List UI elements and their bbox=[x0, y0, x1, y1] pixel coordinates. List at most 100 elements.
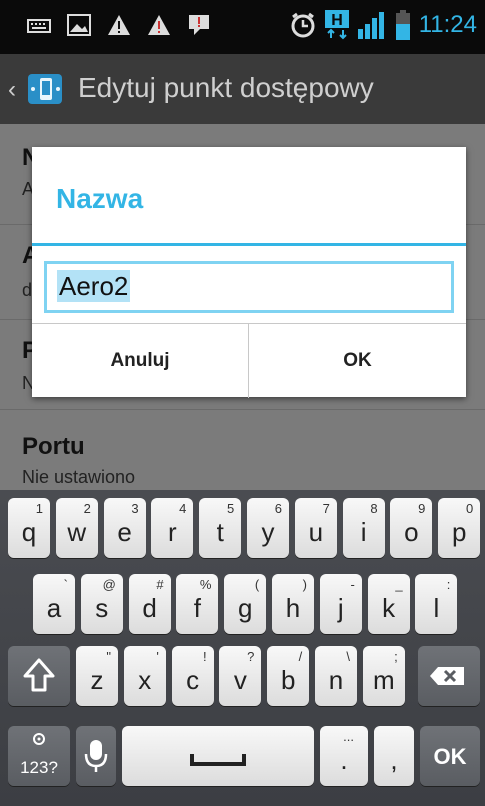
cancel-button[interactable]: Anuluj bbox=[32, 324, 249, 398]
dialog-title: Nazwa bbox=[56, 183, 144, 214]
microphone-icon bbox=[84, 740, 108, 772]
signal-icon bbox=[357, 12, 384, 39]
name-input[interactable]: Aero2 bbox=[44, 261, 454, 313]
key-h[interactable]: ) h bbox=[272, 574, 314, 634]
key-e[interactable]: 3e bbox=[103, 498, 146, 558]
ok-button[interactable]: OK bbox=[249, 324, 466, 398]
key-o[interactable]: 9o bbox=[390, 498, 433, 558]
voice-key[interactable] bbox=[76, 726, 116, 786]
dialog-divider bbox=[32, 243, 466, 246]
key-x[interactable]: ' x bbox=[123, 646, 166, 706]
key-n[interactable]: \ n bbox=[315, 646, 357, 706]
key-w[interactable]: 2w bbox=[55, 498, 98, 558]
key-sup-label: 2 bbox=[83, 501, 91, 516]
list-item-subtitle: d bbox=[22, 280, 33, 300]
key-label: u bbox=[308, 517, 324, 547]
key-label: c bbox=[186, 665, 200, 695]
key-d[interactable]: # d bbox=[128, 574, 171, 634]
key-label: x bbox=[138, 665, 152, 695]
key-label: d bbox=[142, 593, 157, 623]
key-sup-label: ' bbox=[156, 649, 159, 664]
hplus-icon: H bbox=[324, 10, 349, 40]
image-icon bbox=[67, 14, 91, 36]
key-a[interactable]: ` a bbox=[33, 574, 75, 634]
backspace-icon bbox=[430, 667, 464, 685]
soft-keyboard: 1q2w3e4r5t6y7u8i9o0p ` a @ s # d% f(g) h - j _ k: l … bbox=[0, 490, 485, 806]
key-p[interactable]: 0p bbox=[438, 498, 481, 558]
key-label: e bbox=[117, 517, 132, 547]
key-sup-label: : bbox=[446, 577, 451, 592]
alarm-icon bbox=[291, 12, 315, 38]
key-sup-label: / bbox=[298, 649, 303, 664]
key-label: t bbox=[216, 517, 224, 547]
key-label: v bbox=[233, 665, 247, 695]
list-item-subtitle: Nie ustawiono bbox=[22, 467, 136, 487]
period-key[interactable]: ... . bbox=[320, 726, 368, 786]
keyboard-ok-key[interactable]: OK bbox=[420, 726, 480, 786]
key-k[interactable]: _ k bbox=[367, 574, 410, 634]
key-sup-label: % bbox=[199, 577, 212, 592]
key-sup-label: 3 bbox=[131, 501, 139, 516]
key-label: l bbox=[433, 593, 440, 623]
key-u[interactable]: 7u bbox=[294, 498, 337, 558]
system-icons: H 11:24 bbox=[289, 10, 477, 40]
key-r[interactable]: 4r bbox=[151, 498, 194, 558]
warning-icon bbox=[148, 15, 170, 35]
key-sup-label: @ bbox=[102, 577, 116, 592]
key-g[interactable]: (g bbox=[224, 574, 267, 634]
key-label: h bbox=[285, 593, 301, 623]
key-sup-label: ; bbox=[394, 649, 398, 664]
key-label: m bbox=[372, 665, 395, 695]
key-sup-label: 7 bbox=[322, 501, 330, 516]
key-v[interactable]: ? v bbox=[219, 646, 262, 706]
app-icon[interactable] bbox=[24, 70, 66, 108]
key-label: n bbox=[328, 665, 344, 695]
key-sup-label: 4 bbox=[179, 501, 187, 516]
backspace-key[interactable] bbox=[418, 646, 480, 706]
key-i[interactable]: 8i bbox=[342, 498, 385, 558]
comma-key[interactable]: , bbox=[374, 726, 414, 786]
keyboard-icon bbox=[27, 19, 51, 33]
list-item-title: Portu bbox=[22, 433, 85, 460]
key-sup-label: - bbox=[350, 577, 355, 592]
key-m[interactable]: ; m bbox=[362, 646, 405, 706]
key-q[interactable]: 1q bbox=[8, 498, 50, 558]
key-sup-label: ( bbox=[254, 577, 260, 592]
key-label: j bbox=[337, 593, 344, 623]
key-l[interactable]: :l bbox=[415, 574, 458, 634]
list-item[interactable]: Portu Nie ustawiono bbox=[0, 409, 485, 490]
key-label: o bbox=[404, 517, 419, 547]
back-chevron-icon[interactable]: ‹ bbox=[8, 76, 16, 104]
key-label: i bbox=[360, 517, 367, 547]
key-s[interactable]: @ s bbox=[80, 574, 123, 634]
key-label: p bbox=[451, 517, 467, 547]
key-sup-label: 6 bbox=[274, 501, 282, 516]
key-label: y bbox=[261, 517, 275, 547]
shift-key[interactable] bbox=[8, 646, 70, 706]
dialog-buttons: Anuluj OK bbox=[32, 323, 466, 398]
space-key[interactable] bbox=[122, 726, 314, 786]
symbols-key-label: 123? bbox=[20, 758, 58, 777]
key-z[interactable]: " z bbox=[76, 646, 118, 706]
key-sup-label: 9 bbox=[418, 501, 426, 516]
space-icon bbox=[190, 754, 246, 766]
key-f[interactable]: % f bbox=[176, 574, 219, 634]
shift-icon bbox=[23, 658, 55, 692]
keyboard-ok-label: OK bbox=[433, 744, 467, 769]
key-sup-label: 8 bbox=[370, 501, 378, 516]
key-c[interactable]: ! c bbox=[171, 646, 214, 706]
battery-icon bbox=[395, 10, 410, 40]
key-j[interactable]: -j bbox=[319, 574, 362, 634]
key-y[interactable]: 6y bbox=[247, 498, 289, 558]
key-b[interactable]: / b bbox=[267, 646, 310, 706]
key-label: f bbox=[193, 593, 201, 623]
name-input-value[interactable]: Aero2 bbox=[57, 270, 131, 302]
key-t[interactable]: 5t bbox=[199, 498, 242, 558]
key-label: k bbox=[382, 593, 396, 623]
status-bar: H 11:24 bbox=[0, 0, 485, 54]
key-sup-label: \ bbox=[346, 649, 350, 664]
key-sup-label: # bbox=[156, 577, 164, 592]
action-bar: ‹ Edytuj punkt dostępowy bbox=[0, 54, 485, 124]
symbols-key[interactable]: 123? bbox=[8, 726, 70, 786]
key-sup-label: " bbox=[106, 649, 111, 664]
